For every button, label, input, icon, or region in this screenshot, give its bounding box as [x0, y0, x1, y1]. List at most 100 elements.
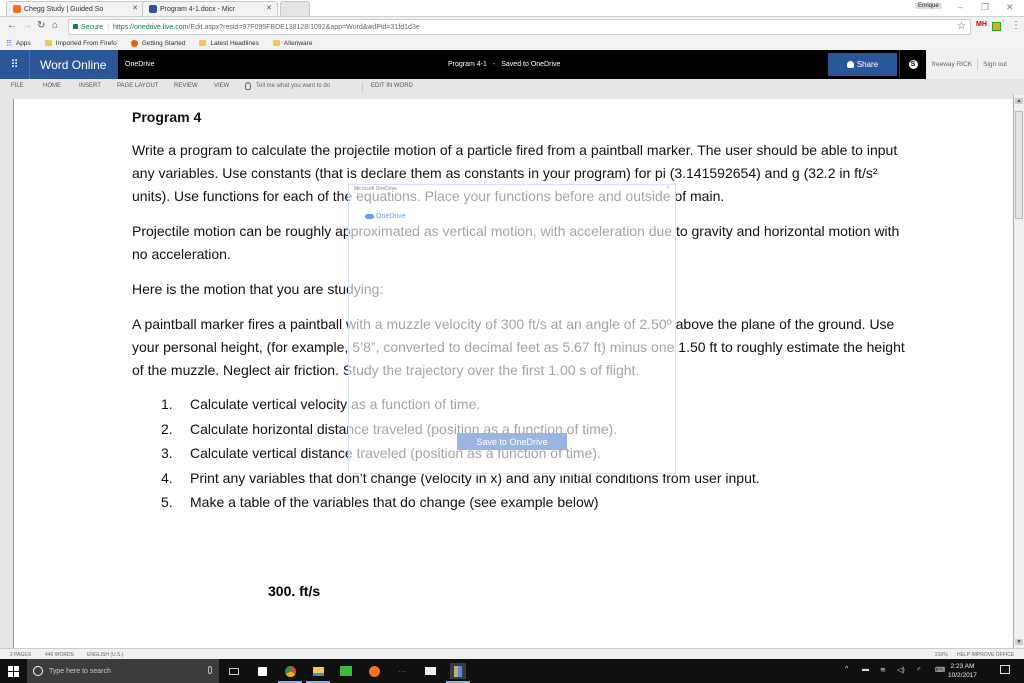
system-clock[interactable]: 2:23 AM 10/2/2017 — [948, 662, 977, 680]
bookmark-latest-headlines[interactable]: Latest Headlines — [199, 39, 259, 47]
divider — [362, 82, 363, 92]
save-to-onedrive-button[interactable]: Save to OneDrive — [457, 433, 567, 450]
bookmark-imported[interactable]: Imported From Firefo — [44, 40, 117, 47]
edit-in-word-button[interactable]: EDIT IN WORD — [371, 83, 413, 89]
list-number: 2. — [161, 420, 173, 437]
divider — [977, 58, 979, 71]
profile-button[interactable]: Enrique — [915, 3, 942, 9]
bookmark-label: Alienware — [283, 39, 313, 47]
onedrive-folder-icon[interactable] — [446, 663, 470, 683]
help-improve-office-link[interactable]: HELP IMPROVE OFFICE — [957, 652, 1014, 658]
task-view-icon[interactable] — [226, 663, 242, 679]
zoom-level[interactable]: 210% — [935, 652, 948, 658]
tell-me-search[interactable]: Tell me what you want to do — [245, 82, 330, 90]
new-tab-button[interactable] — [280, 1, 310, 16]
document-name[interactable]: Program 4-1 — [448, 61, 487, 68]
volume-icon[interactable]: ◁) — [897, 666, 905, 674]
tab-view[interactable]: VIEW — [214, 83, 229, 89]
bookmark-alienware[interactable]: Alienware — [272, 39, 313, 47]
app-dots-icon[interactable]: ··· — [394, 663, 410, 679]
tab-chegg[interactable]: Chegg Study | Guided So ✕ — [6, 1, 144, 16]
store-icon[interactable] — [254, 663, 270, 679]
crunchyroll-icon[interactable] — [366, 663, 382, 679]
address-bar[interactable]: Secure | https://onedrive.live.com /Edit… — [68, 19, 971, 35]
battery-icon[interactable]: ▬ — [862, 666, 869, 673]
minimize-icon[interactable]: – — [958, 2, 963, 12]
onedrive-link[interactable]: OneDrive — [125, 50, 155, 79]
microphone-icon[interactable] — [208, 666, 212, 674]
mail-icon[interactable] — [422, 663, 438, 679]
taskbar-search[interactable]: Type here to search — [27, 659, 219, 683]
tab-file[interactable]: FILE — [11, 83, 24, 89]
onedrive-save-dialog: Microsoft OneDrive × OneDrive Save to On… — [348, 184, 676, 474]
tab-review[interactable]: REVIEW — [174, 83, 198, 89]
search-placeholder: Type here to search — [49, 667, 111, 675]
bookmark-star-icon[interactable]: ☆ — [957, 21, 966, 32]
list-number: 5. — [161, 494, 173, 510]
chegg-icon — [13, 5, 21, 13]
language[interactable]: ENGLISH (U.S.) — [87, 652, 123, 658]
list-number: 1. — [161, 396, 173, 412]
tab-page-layout[interactable]: PAGE LAYOUT — [117, 83, 158, 89]
secure-indicator[interactable]: Secure — [73, 23, 103, 31]
bookmark-label: Apps — [15, 39, 31, 47]
app-launcher-icon[interactable]: ⠿ — [0, 50, 30, 79]
extension-mh-icon[interactable]: MH — [976, 21, 987, 28]
list-number: 4. — [161, 469, 173, 486]
menu-kebab-icon[interactable]: ⋮ — [1011, 20, 1021, 31]
reload-icon[interactable]: ↻ — [37, 20, 45, 31]
bookmark-label: Latest Headlines — [210, 39, 259, 47]
clock-time: 2:23 AM — [950, 663, 975, 670]
tab-insert[interactable]: INSERT — [79, 83, 101, 89]
tab-title: Program 4-1.docx - Micr — [160, 5, 236, 13]
windows-start-icon[interactable] — [8, 666, 19, 677]
wifi-icon[interactable]: ≋ — [880, 666, 886, 674]
extension-icon[interactable] — [992, 22, 1001, 31]
word-online-brand[interactable]: Word Online — [30, 50, 118, 79]
cortana-icon — [33, 666, 43, 676]
tab-home[interactable]: HOME — [43, 83, 61, 89]
scroll-thumb[interactable] — [1015, 111, 1023, 219]
scroll-down-icon[interactable]: ▼ — [1015, 639, 1023, 645]
home-icon[interactable]: ⌂ — [52, 20, 58, 31]
list-text: Make a table of the variables that do ch… — [190, 494, 599, 510]
restore-icon[interactable]: ❐ — [981, 2, 989, 13]
share-button[interactable]: Share — [828, 53, 897, 76]
bookmark-apps[interactable]: ⠿ Apps — [6, 39, 31, 48]
skype-icon: S — [908, 60, 918, 69]
tell-me-placeholder: Tell me what you want to do — [256, 83, 331, 89]
network-icon[interactable]: ♂ — [916, 666, 921, 673]
keyboard-icon[interactable]: ⌨ — [935, 666, 945, 674]
folder-icon — [199, 40, 207, 46]
lock-icon — [73, 23, 78, 29]
skype-button[interactable]: S — [899, 50, 926, 79]
forward-icon[interactable]: → — [22, 20, 32, 31]
taskbar: Type here to search ··· ^ ▬ ≋ ◁) ♂ ⌨ 2:2… — [0, 659, 1024, 683]
list-number: 3. — [161, 445, 173, 461]
document-heading: Program 4 — [132, 109, 202, 125]
chrome-icon[interactable] — [278, 663, 302, 683]
close-icon[interactable]: × — [666, 185, 670, 192]
file-explorer-icon[interactable] — [306, 663, 330, 683]
account-area: freeway RICK Sign out — [926, 50, 1024, 79]
figure-velocity-label: 300. ft/s — [268, 583, 321, 599]
back-icon[interactable]: ← — [7, 20, 17, 31]
apps-grid-icon: ⠿ — [6, 38, 12, 48]
vertical-scrollbar[interactable]: ▲ ▼ — [1013, 95, 1024, 648]
tray-chevron-icon[interactable]: ^ — [845, 666, 848, 673]
scroll-up-icon[interactable]: ▲ — [1015, 98, 1023, 104]
url-path: /Edit.aspx?resid=97F095FBDE138128!1092&a… — [188, 23, 420, 31]
hulu-icon[interactable] — [338, 663, 354, 679]
share-label: Share — [856, 60, 879, 69]
bookmark-getting-started[interactable]: Getting Started — [130, 39, 185, 47]
action-center-icon[interactable] — [1000, 665, 1010, 674]
bookmarks-bar: ⠿ Apps Imported From Firefo Getting Start… — [0, 36, 1024, 50]
user-name[interactable]: freeway RICK — [932, 61, 972, 68]
onedrive-logo-text: OneDrive — [376, 213, 406, 220]
tab-word-doc[interactable]: Program 4-1.docx - Micr ✕ — [142, 1, 278, 16]
close-tab-icon[interactable]: ✕ — [132, 4, 138, 12]
ribbon-tabs: FILE HOME INSERT PAGE LAYOUT REVIEW VIEW… — [0, 79, 1024, 95]
close-tab-icon[interactable]: ✕ — [266, 4, 272, 12]
close-window-icon[interactable]: ✕ — [1006, 2, 1014, 13]
sign-out-link[interactable]: Sign out — [983, 61, 1007, 68]
